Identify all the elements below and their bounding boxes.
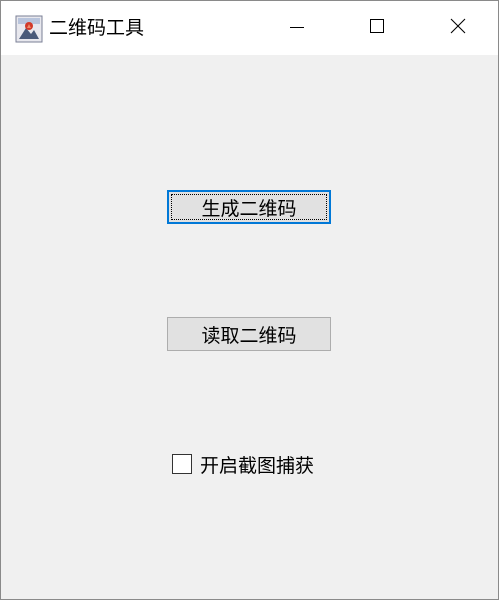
app-icon	[15, 15, 43, 43]
minimize-button[interactable]	[257, 1, 337, 55]
window-title: 二维码工具	[49, 17, 145, 39]
capture-checkbox-label[interactable]: 开启截图捕获	[200, 451, 314, 478]
generate-qrcode-label: 生成二维码	[201, 197, 297, 220]
maximize-button[interactable]	[337, 1, 417, 55]
minimize-icon	[290, 19, 304, 38]
generate-qrcode-button[interactable]: 生成二维码	[167, 190, 331, 224]
capture-checkbox[interactable]	[172, 454, 192, 474]
read-qrcode-label: 读取二维码	[201, 324, 297, 347]
close-button[interactable]	[418, 1, 498, 55]
app-window: 二维码工具 生成二维码 读取二维码 开启截图捕获	[0, 0, 499, 600]
title-bar[interactable]: 二维码工具	[1, 1, 498, 55]
close-icon	[450, 18, 466, 38]
read-qrcode-button[interactable]: 读取二维码	[167, 317, 331, 351]
capture-checkbox-row[interactable]: 开启截图捕获	[172, 451, 314, 477]
maximize-icon	[369, 18, 385, 38]
